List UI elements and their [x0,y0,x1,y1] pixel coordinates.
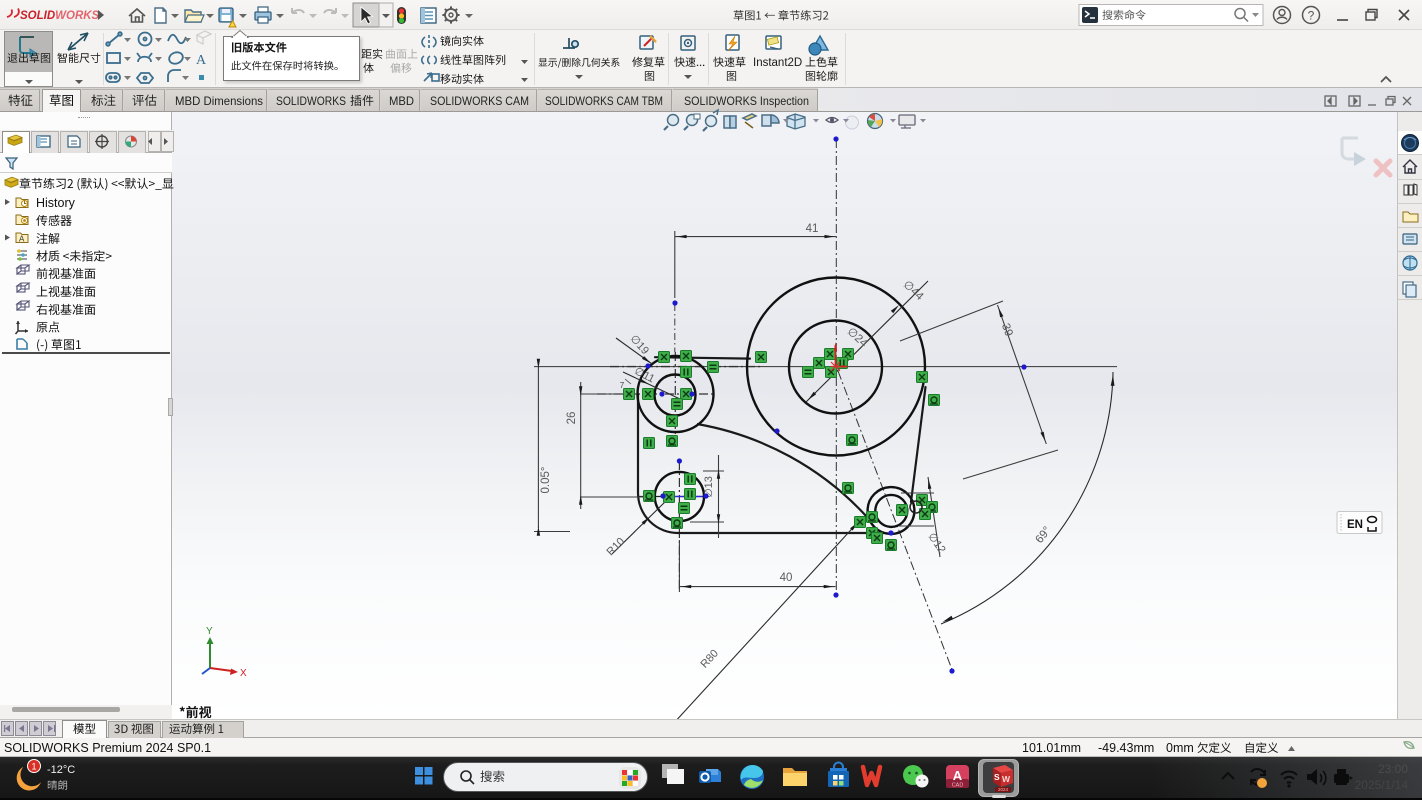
svg-text:SOLIDWORKS Inspection: SOLIDWORKS Inspection [684,94,809,108]
svg-text:101.01mm: 101.01mm [1022,741,1081,755]
svg-text:MBD Dimensions: MBD Dimensions [175,94,263,108]
svg-text:SOLIDWORKS CAM TBM: SOLIDWORKS CAM TBM [545,94,663,108]
svg-text:Instant2D: Instant2D [753,57,802,69]
svg-text:History: History [36,196,76,210]
svg-text:SOLIDWORKS: SOLIDWORKS [276,94,346,108]
svg-text:-49.43mm: -49.43mm [1098,741,1154,755]
svg-text:0mm: 0mm [1166,741,1194,755]
svg-text:SOLIDWORKS CAM: SOLIDWORKS CAM [430,94,529,108]
svg-text:SOLIDWORKS Premium 2024 SP0.1: SOLIDWORKS Premium 2024 SP0.1 [4,741,211,755]
svg-text:MBD: MBD [389,94,414,108]
